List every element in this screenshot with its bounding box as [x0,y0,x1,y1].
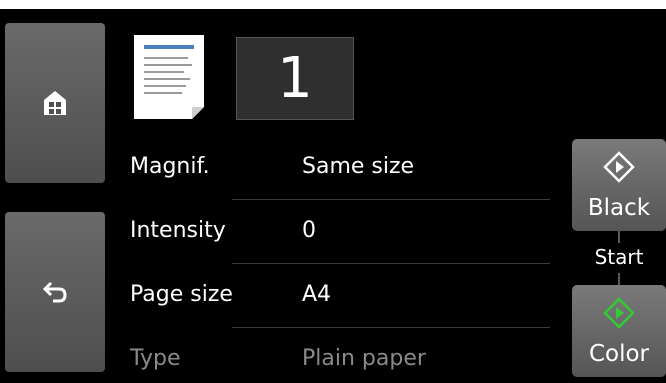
document-icon [134,35,204,119]
home-icon [44,91,66,115]
copies-count[interactable]: 1 [236,37,354,120]
setting-label: Type [130,346,181,371]
start-diamond-icon [603,297,635,329]
setting-row-intensity[interactable]: Intensity 0 [116,200,550,264]
color-label: Color [588,341,650,367]
black-label: Black [587,195,651,221]
setting-label: Page size [130,282,233,307]
start-diamond-icon [603,151,635,183]
setting-row-magnification[interactable]: Magnif. Same size [116,136,550,200]
setting-value: Plain paper [302,346,426,371]
copy-screen: 1 Magnif. Same size Intensity 0 Page siz… [0,9,666,383]
setting-value: Same size [302,154,415,179]
setting-label: Intensity [130,218,226,243]
divider [618,273,620,285]
start-label: Start [594,245,644,269]
settings-list: Magnif. Same size Intensity 0 Page size … [116,136,550,383]
divider [618,231,620,243]
setting-row-type[interactable]: Type Plain paper [116,328,550,383]
black-start-button[interactable]: Black [572,139,666,231]
color-start-button[interactable]: Color [572,285,666,377]
back-button[interactable] [5,212,105,372]
setting-value: A4 [302,282,332,307]
setting-value: 0 [302,218,316,243]
home-button[interactable] [5,23,105,183]
setting-label: Magnif. [130,154,210,179]
setting-row-page-size[interactable]: Page size A4 [116,264,550,328]
back-arrow-icon [43,281,67,303]
